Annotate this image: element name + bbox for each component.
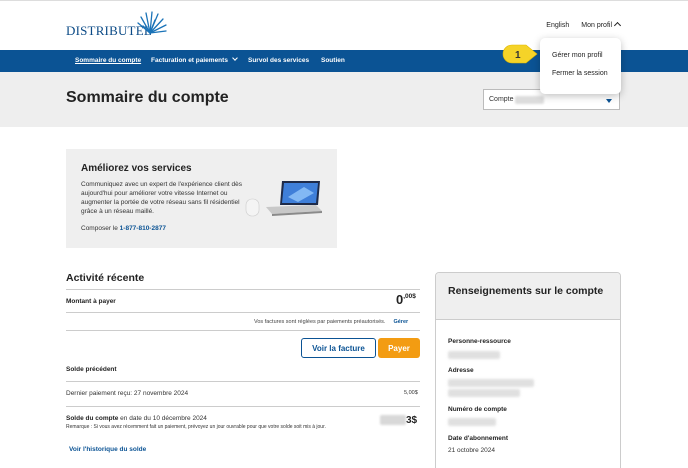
account-number-label: Numéro de compte: [448, 406, 507, 413]
nav-item-services[interactable]: Survol des services: [248, 57, 309, 64]
profile-dropdown: Gérer mon profil Fermer la session: [540, 38, 621, 94]
promo-phone-link[interactable]: 1-877-810-2877: [120, 225, 166, 232]
balance-label: Solde du compte en date du 10 décembre 2…: [66, 415, 207, 422]
amount-due-value: 0,00$: [396, 292, 416, 307]
balance-redacted: [380, 415, 406, 426]
step-number: 1: [515, 50, 521, 61]
subscription-date-label: Date d'abonnement: [448, 435, 509, 442]
amount-due-cents: ,00$: [403, 292, 416, 300]
pay-button[interactable]: Payer: [378, 338, 420, 358]
balance-history-link[interactable]: Voir l'historique du solde: [69, 446, 146, 453]
distributel-logo[interactable]: DISTRIBUTEL: [66, 11, 171, 41]
balance-amount: 3$: [380, 415, 417, 426]
nav-item-account-summary[interactable]: Sommaire du compte: [75, 57, 141, 64]
page-title: Sommaire du compte: [66, 89, 229, 106]
last-payment-text: Dernier paiement reçu: 27 novembre 2024: [66, 390, 189, 397]
chevron-up-icon: [613, 21, 622, 30]
step-badge: 1: [502, 44, 538, 64]
contact-label: Personne-ressource: [448, 338, 511, 345]
top-links: English Mon profil: [546, 21, 622, 30]
account-number-redacted: [448, 418, 496, 426]
divider: [66, 330, 420, 331]
divider: [66, 381, 420, 382]
account-select-label: Compte: [489, 96, 514, 103]
chevron-down-icon: [232, 55, 238, 61]
language-link[interactable]: English: [546, 22, 569, 29]
divider: [66, 289, 420, 290]
promo-title: Améliorez vos services: [81, 163, 192, 174]
recent-activity-title: Activité récente: [66, 272, 145, 284]
manage-profile-item[interactable]: Gérer mon profil: [552, 52, 603, 59]
preauthorized-note: Vos factures sont réglées par paiements …: [254, 319, 408, 325]
address-label: Adresse: [448, 367, 474, 374]
promo-card: Améliorez vos services Communiquez avec …: [66, 149, 337, 248]
balance-note: Remarque : Si vous avez récemment fait u…: [66, 424, 326, 430]
logout-item[interactable]: Fermer la session: [552, 70, 608, 77]
contact-redacted: [448, 351, 500, 359]
profile-label: Mon profil: [581, 22, 612, 29]
address-redacted: [448, 379, 534, 387]
nav-item-support[interactable]: Soutien: [321, 57, 345, 64]
divider: [66, 312, 420, 313]
previous-balance-label: Solde précédent: [66, 366, 117, 373]
promo-phone-prefix: Composer le: [81, 225, 118, 232]
amount-due-label: Montant à payer: [66, 298, 116, 305]
promo-text: Communiquez avec un expert de l'expérien…: [81, 181, 242, 215]
account-info-title: Renseignements sur le compte: [448, 285, 604, 297]
balance-amount-suffix: 3$: [406, 415, 418, 426]
manage-link[interactable]: Gérer: [393, 319, 408, 325]
balance-label-bold: Solde du compte: [66, 415, 119, 422]
dropdown-arrow-icon: [606, 99, 612, 103]
divider: [66, 406, 420, 407]
account-info-panel: Renseignements sur le compte Personne-re…: [435, 272, 621, 468]
account-number-redacted: [515, 96, 544, 104]
profile-menu-toggle[interactable]: Mon profil: [581, 21, 622, 30]
logo-burst-icon: [137, 11, 167, 34]
nav-item-billing-label: Facturation et paiements: [151, 57, 228, 64]
balance-label-date: en date du 10 décembre 2024: [118, 415, 207, 422]
nav-item-billing[interactable]: Facturation et paiements: [151, 55, 238, 64]
preauth-text: Vos factures sont réglées par paiements …: [254, 319, 386, 325]
last-payment-amount: 5,00$: [404, 390, 418, 396]
laptop-router-image: [245, 181, 322, 217]
address-redacted: [448, 389, 520, 397]
view-bill-button[interactable]: Voir la facture: [301, 338, 376, 358]
promo-phone: Composer le 1-877-810-2877: [81, 225, 166, 232]
account-info-header: Renseignements sur le compte: [436, 273, 620, 320]
subscription-date-value: 21 octobre 2024: [448, 447, 495, 454]
